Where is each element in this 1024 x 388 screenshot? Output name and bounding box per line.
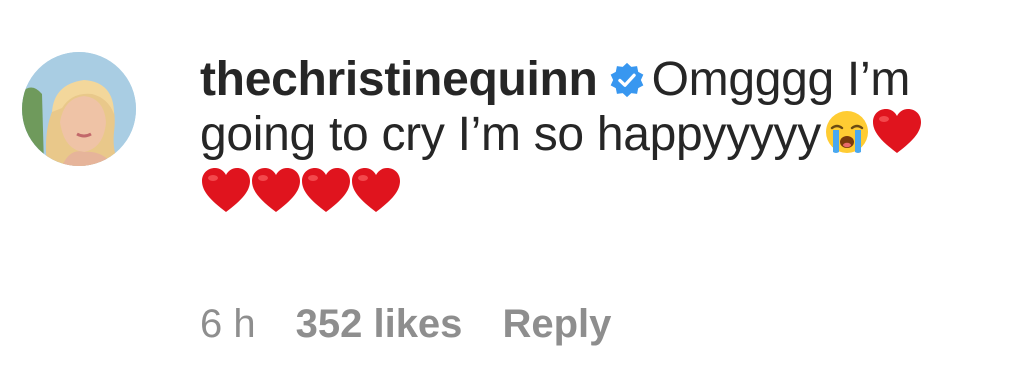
avatar-photo xyxy=(22,52,136,166)
hearts-row xyxy=(200,166,1000,221)
comment-text-line-2: going to cry I’m so happyyyyy xyxy=(200,108,821,161)
red-heart-icon xyxy=(252,168,300,212)
comment-body: thechristinequinn Omgggg I’m going to cr… xyxy=(200,52,1000,221)
loudly-crying-face-icon xyxy=(825,111,868,153)
comment-meta: 6 h 352 likes Reply xyxy=(200,302,651,347)
likes-count[interactable]: 352 likes xyxy=(296,302,463,347)
avatar[interactable] xyxy=(22,52,136,166)
red-heart-icon xyxy=(202,168,250,212)
verified-badge-icon xyxy=(610,62,643,98)
red-heart-icon xyxy=(352,168,400,212)
red-heart-icon xyxy=(302,168,350,212)
username-link[interactable]: thechristinequinn xyxy=(200,53,598,106)
red-heart-icon xyxy=(872,109,921,153)
comment: thechristinequinn Omgggg I’m going to cr… xyxy=(0,0,1024,388)
timestamp[interactable]: 6 h xyxy=(200,302,256,347)
reply-button[interactable]: Reply xyxy=(502,302,611,347)
comment-text-line-1: Omgggg I’m xyxy=(651,53,911,106)
